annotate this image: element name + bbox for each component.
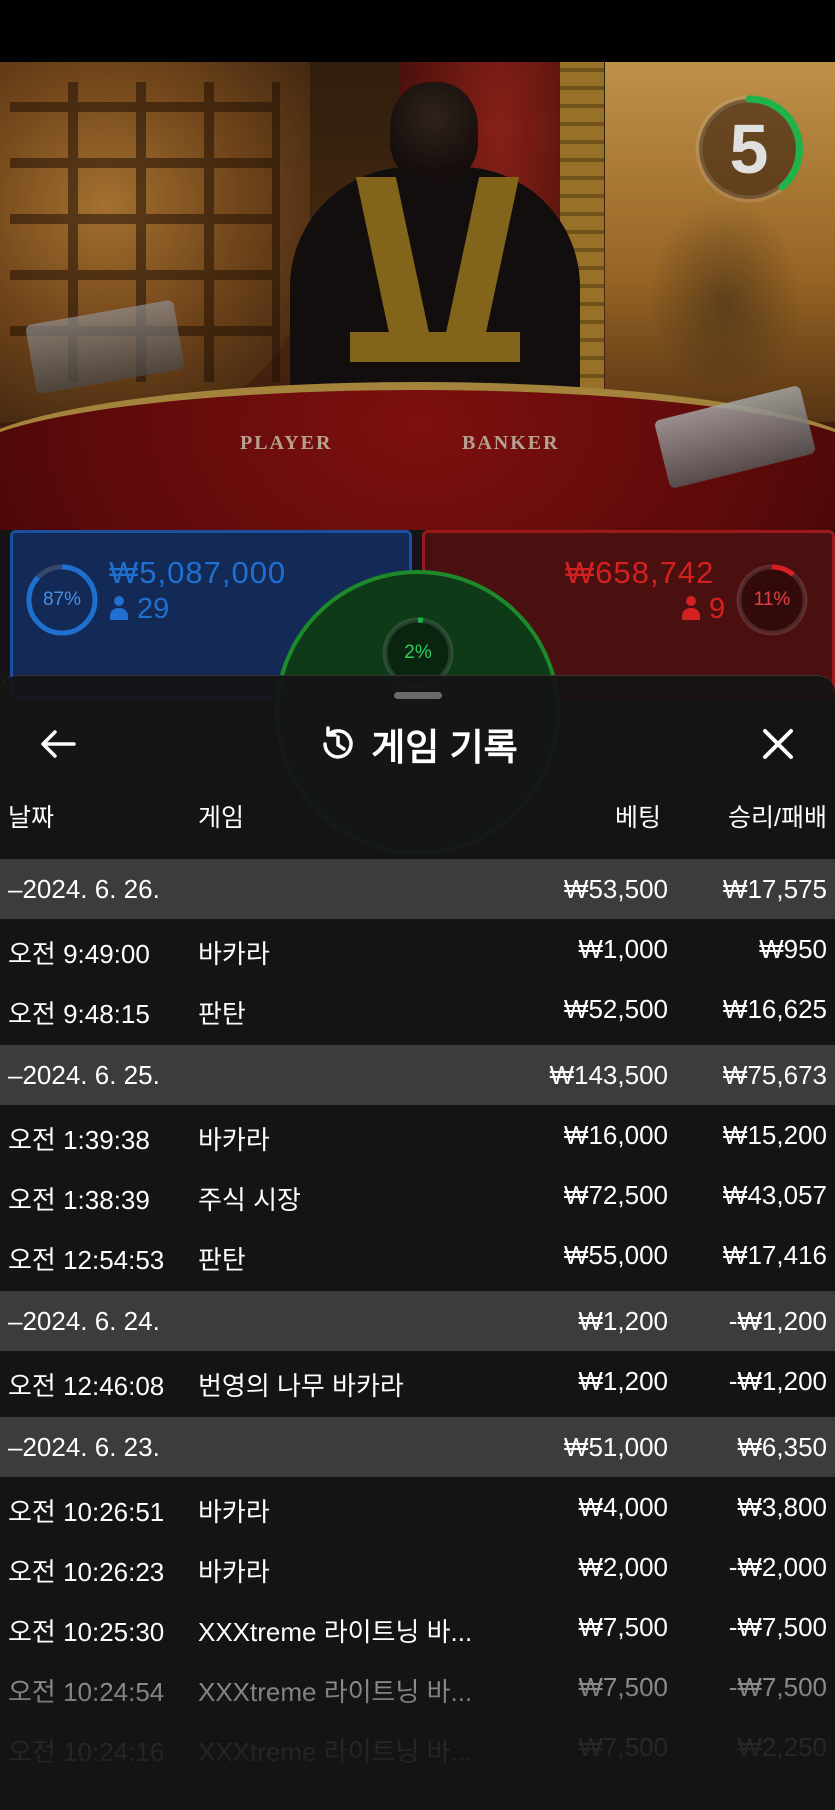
row-bet: ₩2,000 <box>578 1552 668 1582</box>
row-bet: ₩51,000 <box>563 1432 668 1462</box>
arrow-left-icon <box>41 730 76 758</box>
banker-percent: 11% <box>753 589 791 610</box>
row-time: 오전 10:24:54 <box>8 1677 165 1707</box>
row-bet: ₩7,500 <box>578 1672 668 1702</box>
row-bet: ₩16,000 <box>563 1120 668 1150</box>
row-game: 바카라 <box>198 939 270 969</box>
back-button[interactable] <box>30 716 86 772</box>
row-game: 주식 시장 <box>198 1185 301 1215</box>
player-amount: ₩5,087,000 <box>109 555 287 590</box>
row-time: 오전 12:54:53 <box>8 1245 165 1275</box>
row-game: 번영의 나무 바카라 <box>198 1371 404 1401</box>
row-game: 바카라 <box>198 1125 270 1155</box>
row-bet: ₩1,200 <box>578 1366 668 1396</box>
history-row[interactable]: 오전 12:54:53 판탄 ₩55,000 ₩17,416 <box>0 1225 835 1285</box>
row-bet: ₩53,500 <box>563 874 668 904</box>
sheet-drag-handle[interactable] <box>394 692 442 699</box>
row-bet: ₩7,500 <box>578 1732 668 1762</box>
row-result: ₩43,057 <box>722 1180 827 1210</box>
row-bet: ₩143,500 <box>549 1060 668 1090</box>
row-bet: ₩1,200 <box>578 1306 668 1336</box>
row-result: ₩75,673 <box>722 1060 827 1090</box>
close-icon <box>763 729 793 759</box>
history-row[interactable]: 오전 12:46:08 번영의 나무 바카라 ₩1,200 -₩1,200 <box>0 1351 835 1411</box>
history-row[interactable]: 오전 10:24:54 XXXtreme 라이트닝 바... ₩7,500 -₩7,5… <box>0 1657 835 1717</box>
row-result: ₩950 <box>759 934 827 964</box>
player-count: 29 <box>109 593 169 626</box>
history-row[interactable]: 오전 10:25:30 XXXtreme 라이트닝 바... ₩7,500 -₩7,5… <box>0 1597 835 1657</box>
row-result: ₩17,416 <box>722 1240 827 1270</box>
player-percent: 87% <box>42 589 82 610</box>
header-result: 승리/패배 <box>728 804 827 832</box>
history-row[interactable]: 오전 10:26:51 바카라 ₩4,000 ₩3,800 <box>0 1477 835 1537</box>
row-game: XXXtreme 라이트닝 바... <box>198 1617 473 1647</box>
banker-amount: ₩658,742 <box>565 555 715 590</box>
row-bet: ₩7,500 <box>578 1612 668 1642</box>
date-group-row: –2024. 6. 25. ₩143,500 ₩75,673 <box>0 1045 835 1105</box>
history-row[interactable]: 오전 9:49:00 바카라 ₩1,000 ₩950 <box>0 919 835 979</box>
row-game: 바카라 <box>198 1557 270 1587</box>
row-result: -₩1,200 <box>728 1306 827 1336</box>
row-bet: ₩4,000 <box>578 1492 668 1522</box>
row-time: 오전 9:48:15 <box>8 999 150 1029</box>
person-icon <box>109 596 129 620</box>
row-time: –2024. 6. 26. <box>8 874 160 904</box>
row-game: 바카라 <box>198 1497 270 1527</box>
countdown-timer: 5 <box>694 94 804 204</box>
history-row[interactable]: 오전 9:48:15 판탄 ₩52,500 ₩16,625 <box>0 979 835 1039</box>
row-result: ₩16,625 <box>722 994 827 1024</box>
row-game: XXXtreme 라이트닝 바... <box>198 1737 473 1767</box>
row-time: –2024. 6. 25. <box>8 1060 160 1090</box>
row-result: ₩15,200 <box>722 1120 827 1150</box>
row-time: 오전 9:49:00 <box>8 939 150 969</box>
row-time: 오전 1:39:38 <box>8 1125 150 1155</box>
row-bet: ₩55,000 <box>563 1240 668 1270</box>
row-time: –2024. 6. 24. <box>8 1306 160 1336</box>
row-result: ₩2,250 <box>737 1732 827 1762</box>
header-bet: 베팅 <box>614 804 661 832</box>
history-row[interactable]: 오전 10:26:23 바카라 ₩2,000 -₩2,000 <box>0 1537 835 1597</box>
row-time: 오전 1:38:39 <box>8 1185 150 1215</box>
row-time: 오전 12:46:08 <box>8 1371 165 1401</box>
date-group-row: –2024. 6. 26. ₩53,500 ₩17,575 <box>0 859 835 919</box>
row-result: -₩7,500 <box>728 1612 827 1642</box>
sheet-header: 게임 기록 <box>0 716 835 772</box>
row-time: 오전 10:24:16 <box>8 1737 165 1767</box>
row-game: 판탄 <box>198 1245 246 1275</box>
row-result: ₩6,350 <box>737 1432 827 1462</box>
row-time: –2024. 6. 23. <box>8 1432 160 1462</box>
row-result: -₩2,000 <box>728 1552 827 1582</box>
date-group-row: –2024. 6. 24. ₩1,200 -₩1,200 <box>0 1291 835 1351</box>
history-row[interactable]: 오전 10:24:16 XXXtreme 라이트닝 바... ₩7,500 ₩2,25… <box>0 1717 835 1777</box>
row-result: -₩1,200 <box>728 1366 827 1396</box>
close-button[interactable] <box>748 716 808 772</box>
history-icon <box>323 726 353 759</box>
game-history-sheet: 게임 기록 날짜 게임 베팅 승리/패배 –2024. 6. 26. ₩53,50… <box>0 675 835 1810</box>
banker-percent-ring: 11% <box>735 563 809 637</box>
header-date: 날짜 <box>8 804 55 832</box>
banker-count: 9 <box>681 593 725 626</box>
player-percent-ring: 87% <box>25 563 99 637</box>
row-bet: ₩1,000 <box>578 934 668 964</box>
row-result: ₩3,800 <box>737 1492 827 1522</box>
history-row[interactable]: 오전 1:38:39 주식 시장 ₩72,500 ₩43,057 <box>0 1165 835 1225</box>
row-time: 오전 10:25:30 <box>8 1617 165 1647</box>
row-result: -₩7,500 <box>728 1672 827 1702</box>
history-row[interactable]: 오전 1:39:38 바카라 ₩16,000 ₩15,200 <box>0 1105 835 1165</box>
row-time: 오전 10:26:23 <box>8 1557 165 1587</box>
status-bar <box>0 0 835 62</box>
sheet-title: 게임 기록 <box>371 727 518 768</box>
row-time: 오전 10:26:51 <box>8 1497 165 1527</box>
table-header: 날짜 게임 베팅 승리/패배 <box>0 786 835 836</box>
timer-value: 5 <box>729 110 769 188</box>
date-group-row: –2024. 6. 23. ₩51,000 ₩6,350 <box>0 1417 835 1477</box>
person-icon <box>681 596 701 620</box>
row-game: 판탄 <box>198 999 246 1029</box>
header-game: 게임 <box>198 804 245 832</box>
row-result: ₩17,575 <box>722 874 827 904</box>
row-bet: ₩72,500 <box>563 1180 668 1210</box>
row-game: XXXtreme 라이트닝 바... <box>198 1677 473 1707</box>
row-bet: ₩52,500 <box>563 994 668 1024</box>
